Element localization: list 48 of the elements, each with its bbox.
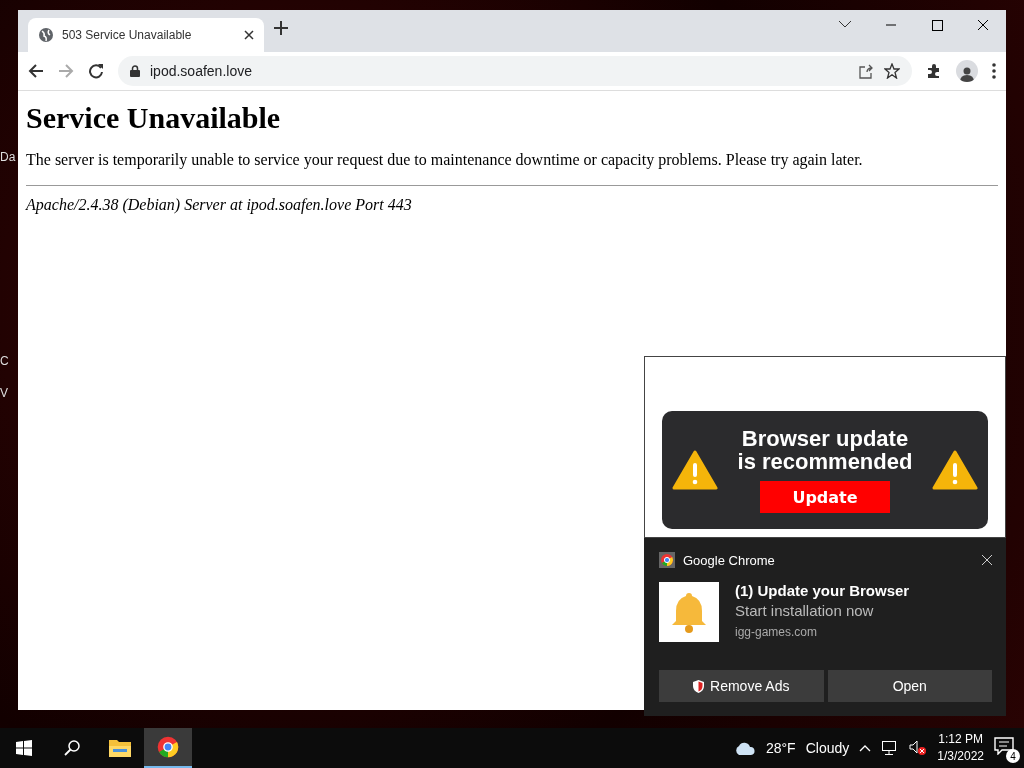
- app-name: Google Chrome: [683, 552, 775, 568]
- close-icon: [982, 554, 992, 565]
- globe-icon: [38, 27, 54, 43]
- reload-icon[interactable]: [88, 63, 104, 79]
- chrome-icon: [157, 736, 179, 758]
- desktop-icon-label[interactable]: C: [0, 354, 14, 368]
- error-message: The server is temporarily unable to service your request due to maintenance downtime or capacity problems. Please try again later.: [26, 151, 864, 169]
- notification-count: 4: [1006, 749, 1020, 763]
- menu-icon[interactable]: [992, 63, 996, 79]
- search-icon[interactable]: [64, 740, 80, 756]
- warning-icon: [932, 450, 978, 490]
- notification-body: Start installation now: [735, 602, 875, 619]
- windows-logo-icon[interactable]: [16, 740, 32, 756]
- warning-icon: [672, 450, 718, 490]
- back-arrow-icon[interactable]: [28, 63, 44, 79]
- clock-date[interactable]: 1/3/2022: [937, 748, 984, 765]
- profile-avatar[interactable]: [956, 60, 978, 82]
- cloud-icon: [733, 741, 756, 755]
- weather-condition[interactable]: Cloudy: [805, 740, 850, 756]
- desktop-icon-label[interactable]: V: [0, 386, 14, 400]
- notification-source: igg-games.com: [735, 625, 819, 639]
- lock-icon: [130, 65, 140, 77]
- close-button[interactable]: [982, 552, 992, 568]
- remove-ads-button[interactable]: Remove Ads: [659, 670, 824, 702]
- browser-tab[interactable]: 503 Service Unavailable: [28, 18, 264, 52]
- puzzle-icon[interactable]: [926, 63, 942, 79]
- new-tab-icon[interactable]: [274, 21, 288, 35]
- page-heading: Service Unavailable: [26, 101, 282, 135]
- temperature[interactable]: 28°F: [765, 740, 796, 756]
- address-bar[interactable]: ipod.soafen.love: [118, 56, 912, 86]
- close-icon[interactable]: [244, 30, 254, 40]
- folder-icon: [109, 739, 131, 757]
- share-icon[interactable]: [859, 63, 874, 79]
- desktop-icon-label[interactable]: Da: [0, 150, 14, 164]
- ad-headline: is recommended: [737, 450, 913, 473]
- chrome-icon: [659, 552, 675, 568]
- notification-title: (1) Update your Browser: [735, 582, 910, 599]
- server-signature: Apache/2.4.38 (Debian) Server at ipod.soafen.love Port 443: [26, 196, 413, 214]
- clock-time[interactable]: 1:12 PM: [938, 731, 983, 748]
- shield-icon: [693, 679, 705, 693]
- update-button[interactable]: Update: [760, 481, 890, 513]
- muted-speaker-icon[interactable]: [909, 740, 928, 756]
- ad-headline: Browser update: [741, 427, 909, 450]
- person-icon: [960, 66, 974, 82]
- taskbar-app[interactable]: [144, 728, 192, 768]
- chevron-up-icon[interactable]: [859, 744, 872, 752]
- open-button[interactable]: Open: [827, 670, 992, 702]
- star-icon[interactable]: [884, 63, 900, 79]
